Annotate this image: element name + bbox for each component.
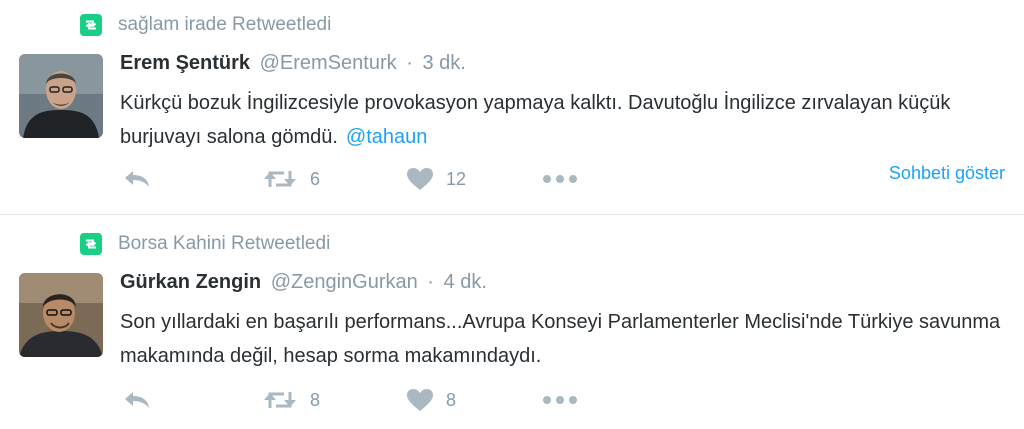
more-button[interactable]: [542, 164, 578, 194]
tweet[interactable]: Borsa Kahini Retweetledi Gürkan Zengin @…: [0, 214, 1024, 429]
action-bar: 8 8: [120, 385, 1010, 415]
retweeter-label[interactable]: Borsa Kahini Retweetledi: [118, 233, 330, 255]
reply-icon: [125, 392, 149, 408]
separator: ·: [406, 52, 413, 74]
retweet-context: Borsa Kahini Retweetledi: [80, 233, 330, 255]
timestamp[interactable]: 4 dk.: [444, 271, 487, 293]
author-handle[interactable]: @EremSenturk: [260, 52, 397, 74]
retweet-button[interactable]: 8: [262, 385, 320, 415]
retweet-count: 6: [310, 168, 321, 189]
retweet-button[interactable]: 6: [262, 164, 320, 194]
show-conversation-link[interactable]: Sohbeti göster: [889, 163, 1005, 184]
separator: ·: [427, 271, 434, 293]
like-button[interactable]: 8: [406, 385, 456, 415]
retweet-badge-icon: [80, 233, 102, 255]
author-line: Erem Şentürk @EremSenturk · 3 dk.: [120, 52, 466, 75]
avatar[interactable]: [19, 273, 103, 357]
retweet-count: 8: [310, 389, 321, 410]
heart-icon: [407, 389, 433, 411]
reply-button[interactable]: [122, 385, 152, 415]
like-count: 12: [446, 168, 467, 189]
more-icon: [543, 175, 577, 183]
retweet-badge-icon: [80, 14, 102, 36]
avatar[interactable]: [19, 54, 103, 138]
action-bar: 6 12: [120, 164, 1010, 194]
retweet-icon: [264, 392, 296, 408]
reply-button[interactable]: [122, 164, 152, 194]
author-name[interactable]: Erem Şentürk: [120, 52, 250, 74]
like-button[interactable]: 12: [406, 164, 466, 194]
retweeter-label[interactable]: sağlam irade Retweetledi: [118, 14, 331, 36]
tweet-text: Kürkçü bozuk İngilizcesiyle provokasyon …: [120, 86, 1010, 154]
author-name[interactable]: Gürkan Zengin: [120, 271, 261, 293]
tweet[interactable]: sağlam irade Retweetledi Erem Şentürk @E…: [0, 0, 1024, 214]
retweet-icon: [264, 171, 296, 187]
tweet-text: Son yıllardaki en başarılı performans...…: [120, 305, 1010, 373]
like-count: 8: [446, 389, 457, 410]
tweet-body: Kürkçü bozuk İngilizcesiyle provokasyon …: [120, 92, 951, 148]
more-button[interactable]: [542, 385, 578, 415]
timestamp[interactable]: 3 dk.: [422, 52, 465, 74]
heart-icon: [407, 168, 433, 190]
author-handle[interactable]: @ZenginGurkan: [271, 271, 418, 293]
tweet-body: Son yıllardaki en başarılı performans...…: [120, 311, 1001, 367]
reply-icon: [125, 171, 149, 187]
author-line: Gürkan Zengin @ZenginGurkan · 4 dk.: [120, 271, 487, 294]
more-icon: [543, 396, 577, 404]
retweet-context: sağlam irade Retweetledi: [80, 14, 331, 36]
mention-link[interactable]: @tahaun: [346, 126, 427, 148]
